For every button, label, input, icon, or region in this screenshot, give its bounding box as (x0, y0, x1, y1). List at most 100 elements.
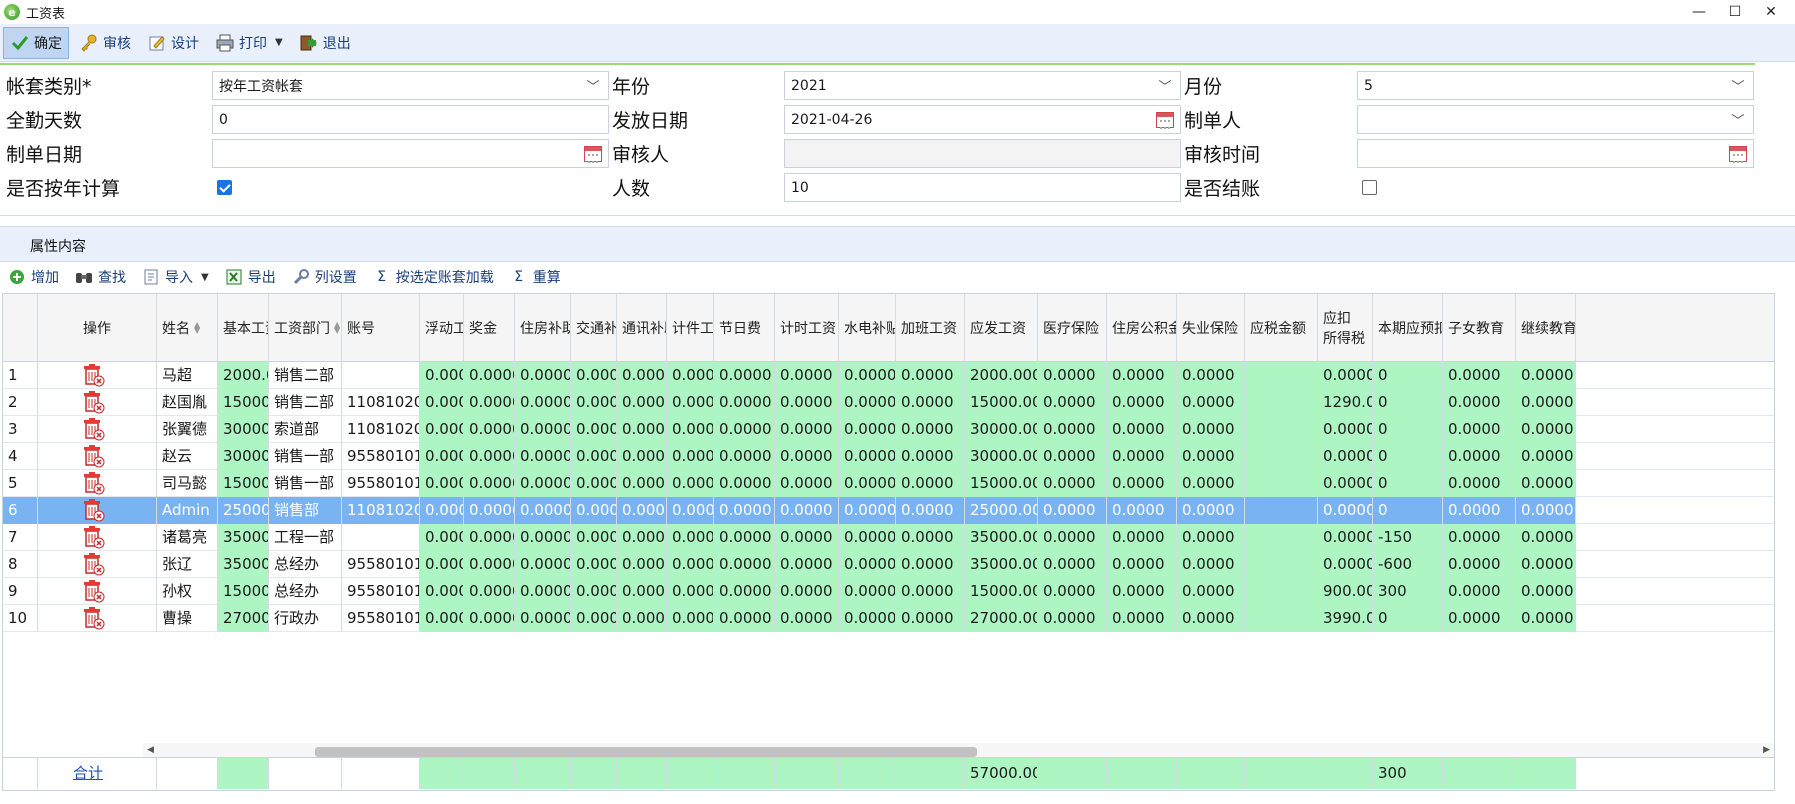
table-cell[interactable]: 0.0000 (839, 524, 896, 551)
table-cell[interactable]: 0.0000 (896, 497, 965, 524)
column-header[interactable]: 交通补助 (571, 294, 617, 362)
column-header[interactable]: 子女教育 (1443, 294, 1516, 362)
table-cell[interactable]: 0.0000 (1177, 362, 1245, 389)
table-cell[interactable]: 0.0000 (1177, 416, 1245, 443)
table-cell[interactable]: 25000.0000 (965, 497, 1038, 524)
table-cell[interactable]: 0.0000 (1516, 470, 1576, 497)
delete-row-icon[interactable] (81, 498, 105, 522)
table-cell[interactable]: 0.0000 (571, 389, 617, 416)
calendar-icon[interactable] (578, 140, 608, 167)
table-cell[interactable]: 1108102000 (342, 497, 420, 524)
confirm-button[interactable]: 确定 (3, 26, 69, 59)
table-cell[interactable]: 300 (1373, 578, 1443, 605)
column-header[interactable]: 浮动工资 (420, 294, 464, 362)
table-cell[interactable]: 工程一部 (269, 524, 342, 551)
table-cell[interactable]: 0.0000 (515, 578, 571, 605)
table-cell[interactable]: 0.0000 (420, 470, 464, 497)
table-cell[interactable]: 索道部 (269, 416, 342, 443)
table-cell[interactable]: 0.0000 (1107, 605, 1177, 632)
audit-button[interactable]: 审核 (73, 27, 137, 59)
table-cell[interactable]: 0.0000 (1443, 416, 1516, 443)
table-cell[interactable]: 总经办 (269, 551, 342, 578)
table-cell[interactable]: 0.0000 (617, 551, 667, 578)
table-cell[interactable]: 0.0000 (896, 605, 965, 632)
table-cell[interactable]: 0.0000 (464, 362, 515, 389)
table-cell[interactable]: 9558010100 (342, 578, 420, 605)
table-cell[interactable]: 0.0000 (571, 470, 617, 497)
table-cell[interactable]: 15000.00 (218, 578, 269, 605)
table-cell[interactable]: 0.0000 (464, 416, 515, 443)
table-row[interactable]: 9孙权15000.00总经办95580101000.00000.00000.00… (3, 578, 1774, 605)
table-cell[interactable]: 销售一部 (269, 443, 342, 470)
table-cell[interactable]: 0.0000 (1318, 416, 1373, 443)
by-year-checkbox[interactable] (217, 180, 232, 195)
table-cell[interactable]: 0.0000 (1177, 443, 1245, 470)
table-cell[interactable]: 35000.00 (218, 551, 269, 578)
table-cell[interactable]: 0.0000 (617, 470, 667, 497)
column-header[interactable]: 通讯补助 (617, 294, 667, 362)
print-button[interactable]: 打印 ▼ (209, 27, 289, 59)
row-number[interactable]: 7 (3, 524, 38, 551)
column-header[interactable]: 医疗保险 (1038, 294, 1107, 362)
scrollbar-thumb[interactable] (315, 747, 977, 757)
table-cell[interactable]: 0.0000 (1107, 470, 1177, 497)
table-cell[interactable]: 0.0000 (1038, 551, 1107, 578)
table-cell[interactable]: 诸葛亮 (157, 524, 218, 551)
table-cell[interactable]: 0.0000 (1516, 443, 1576, 470)
table-cell[interactable]: 27000.0000 (965, 605, 1038, 632)
table-cell[interactable]: 0.0000 (571, 551, 617, 578)
table-cell[interactable]: 0.0000 (464, 443, 515, 470)
table-cell[interactable]: 0.0000 (839, 470, 896, 497)
table-cell[interactable]: 0.0000 (1038, 578, 1107, 605)
table-cell[interactable]: 总经办 (269, 578, 342, 605)
table-cell[interactable]: 0.0000 (1443, 443, 1516, 470)
table-cell[interactable]: 张翼德 (157, 416, 218, 443)
maker-select[interactable]: ﹀ (1357, 105, 1754, 134)
table-cell[interactable]: 0.0000 (714, 497, 775, 524)
table-cell[interactable] (1245, 578, 1318, 605)
table-cell[interactable]: Admin (157, 497, 218, 524)
table-cell[interactable]: 2000.0000 (965, 362, 1038, 389)
table-row[interactable]: 5司马懿15000.00销售一部95580101000.00000.00000.… (3, 470, 1774, 497)
table-cell[interactable]: 0.0000 (617, 389, 667, 416)
table-cell[interactable]: 9558010100 (342, 551, 420, 578)
table-cell[interactable]: 0.0000 (464, 470, 515, 497)
table-cell[interactable]: 销售一部 (269, 470, 342, 497)
table-cell[interactable]: 0.0000 (420, 497, 464, 524)
column-header[interactable]: 继续教育 (1516, 294, 1576, 362)
table-cell[interactable]: 0.0000 (571, 605, 617, 632)
chevron-down-icon[interactable]: ﹀ (578, 72, 608, 99)
table-cell[interactable]: 35000.00 (218, 524, 269, 551)
table-cell[interactable]: 0.0000 (420, 416, 464, 443)
table-cell[interactable]: 0.0000 (775, 443, 839, 470)
delete-row-icon[interactable] (81, 390, 105, 414)
column-header[interactable]: 应发工资 (965, 294, 1038, 362)
table-cell[interactable] (1245, 416, 1318, 443)
table-cell[interactable]: 0.0000 (714, 416, 775, 443)
find-button[interactable]: 查找 (75, 267, 126, 287)
table-cell[interactable] (1245, 389, 1318, 416)
table-cell[interactable]: 0.0000 (1107, 497, 1177, 524)
table-cell[interactable]: 0.0000 (420, 578, 464, 605)
table-cell[interactable]: 0.0000 (1038, 389, 1107, 416)
table-cell[interactable]: 0.0000 (464, 524, 515, 551)
total-link[interactable]: 合计 (73, 764, 103, 782)
table-cell[interactable]: 0.0000 (1516, 524, 1576, 551)
add-row-button[interactable]: 增加 (8, 267, 59, 287)
table-cell[interactable]: 0.0000 (839, 389, 896, 416)
table-cell[interactable]: 0.0000 (839, 443, 896, 470)
table-cell[interactable]: 0.0000 (571, 497, 617, 524)
minimize-button[interactable]: — (1681, 0, 1717, 24)
table-cell[interactable]: 0.0000 (617, 524, 667, 551)
table-cell[interactable]: 0.0000 (839, 362, 896, 389)
table-cell[interactable]: 0.0000 (1107, 443, 1177, 470)
table-cell[interactable]: 15000.0000 (965, 470, 1038, 497)
table-cell[interactable]: 0.0000 (420, 443, 464, 470)
table-cell[interactable]: 0.0000 (464, 605, 515, 632)
table-cell[interactable]: 0.0000 (667, 551, 714, 578)
table-cell[interactable]: 张辽 (157, 551, 218, 578)
column-settings-button[interactable]: 列设置 (292, 267, 357, 287)
maximize-button[interactable]: ☐ (1717, 0, 1753, 24)
table-row[interactable]: 3张翼德30000.00索道部11081020000.00000.00000.0… (3, 416, 1774, 443)
month-select[interactable]: 5 ﹀ (1357, 71, 1754, 100)
